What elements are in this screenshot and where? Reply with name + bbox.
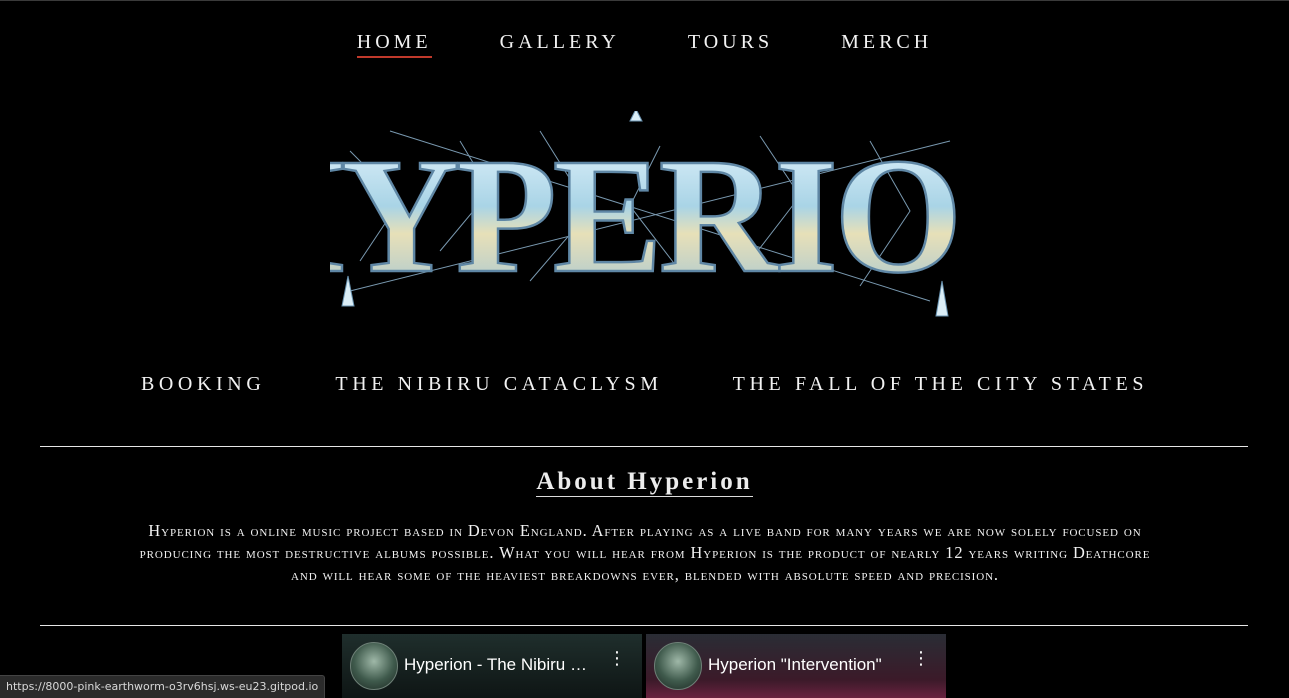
- band-logo: HYPERION: [215, 107, 1081, 321]
- about-text: Hyperion is a online music project based…: [139, 521, 1151, 584]
- more-vert-icon[interactable]: ⋮: [912, 650, 930, 676]
- band-logo-text: HYPERION: [330, 124, 960, 307]
- video-title[interactable]: Hyperion "Intervention": [708, 655, 896, 675]
- nav-fall-of-city-states-link[interactable]: THE FALL OF THE CITY STATES: [733, 373, 1148, 396]
- page: HOME GALLERY TOURS MERCH YPERIO BOOKING …: [0, 0, 1289, 698]
- nav-gallery-link[interactable]: GALLERY: [500, 31, 620, 58]
- video-embed-intervention[interactable]: Hyperion "Intervention" ⋮: [646, 634, 946, 698]
- main-nav: HOME GALLERY TOURS MERCH: [0, 31, 1289, 58]
- nav-tours-link[interactable]: TOURS: [688, 31, 773, 58]
- about-title-text: About Hyperion: [536, 468, 753, 497]
- nav-home-link[interactable]: HOME: [356, 31, 432, 58]
- divider-bottom: [40, 625, 1248, 626]
- nav-merch-link[interactable]: MERCH: [841, 31, 932, 58]
- band-logo-image: HYPERION: [215, 107, 1081, 317]
- nav-nibiru-cataclysm-link[interactable]: THE NIBIRU CATACLYSM: [335, 373, 662, 396]
- more-vert-icon[interactable]: ⋮: [608, 650, 626, 676]
- channel-avatar[interactable]: [350, 642, 398, 690]
- video-embed-nibiru[interactable]: Hyperion - The Nibiru Cataclysm ⋮: [342, 634, 642, 698]
- about-title: About Hyperion: [0, 468, 1289, 497]
- video-title[interactable]: Hyperion - The Nibiru Cataclysm: [404, 655, 592, 675]
- channel-avatar[interactable]: [654, 642, 702, 690]
- video-embeds: Hyperion - The Nibiru Cataclysm ⋮ Hyperi…: [342, 634, 946, 698]
- nav-booking-link[interactable]: BOOKING: [141, 373, 265, 396]
- album-nav: BOOKING THE NIBIRU CATACLYSM THE FALL OF…: [0, 373, 1289, 396]
- divider-top: [40, 446, 1248, 447]
- browser-status-bar: https://8000-pink-earthworm-o3rv6hsj.ws-…: [0, 675, 326, 698]
